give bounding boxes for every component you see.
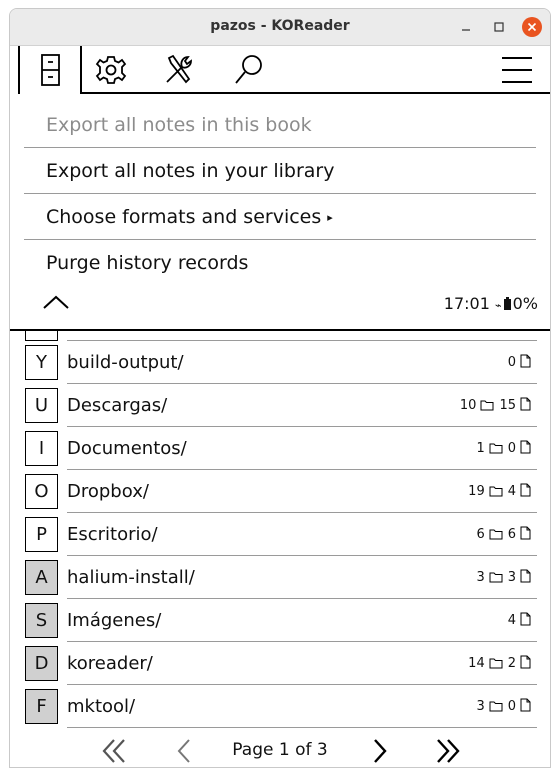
- app-window: pazos - KOReader Export all notes in thi…: [9, 8, 551, 768]
- hamburger-menu-icon[interactable]: [497, 52, 537, 88]
- shortcut-key: P: [25, 517, 58, 552]
- shortcut-key: U: [25, 388, 58, 423]
- folder-icon: [489, 658, 503, 669]
- folder-counts: 0: [508, 341, 536, 384]
- battery-level: 0%: [512, 294, 538, 313]
- folder-name: halium-install/: [67, 567, 195, 588]
- file-icon: [520, 655, 531, 669]
- folder-counts: 19 4: [468, 470, 536, 513]
- titlebar: pazos - KOReader: [10, 9, 550, 46]
- list-item[interactable]: I Documentos/ 10: [10, 427, 550, 470]
- shortcut-key: Y: [25, 345, 58, 380]
- shortcut-key: F: [25, 689, 58, 724]
- folder-counts: 10 15: [460, 384, 536, 427]
- folder-icon: [489, 529, 503, 540]
- list-item[interactable]: F mktool/ 30: [10, 685, 550, 728]
- close-icon[interactable]: [522, 17, 542, 37]
- folder-icon: [489, 572, 503, 583]
- last-page-icon[interactable]: [434, 738, 462, 764]
- shortcut-key: O: [25, 474, 58, 509]
- shortcut-key: I: [25, 431, 58, 466]
- folder-icon: [480, 400, 494, 411]
- menu-list: Export all notes in this book Export all…: [24, 102, 536, 286]
- battery-icon: [503, 297, 511, 310]
- chevron-up-icon[interactable]: [42, 288, 70, 318]
- list-item[interactable]: Y build-output/ 0: [10, 341, 550, 384]
- list-item[interactable]: S Imágenes/ 4: [10, 599, 550, 642]
- folder-name: Descargas/: [67, 395, 168, 416]
- file-icon: [520, 440, 531, 454]
- folder-counts: 10: [476, 427, 536, 470]
- file-list: Y build-output/ 0 U Descargas/ 10 15 I Do…: [10, 331, 550, 731]
- gear-icon[interactable]: [91, 52, 131, 88]
- pagination: Page 1 of 3: [10, 734, 550, 767]
- folder-name: mktool/: [67, 696, 136, 717]
- submenu-arrow-icon: ▸: [327, 210, 333, 224]
- search-icon[interactable]: [228, 52, 268, 88]
- shortcut-key: D: [25, 646, 58, 681]
- folder-name: Documentos/: [67, 438, 187, 459]
- clock: 17:01: [443, 294, 490, 313]
- folder-icon: [489, 701, 503, 712]
- menu-item-export-library-notes[interactable]: Export all notes in your library: [24, 148, 536, 194]
- charging-icon: ⌁: [494, 299, 502, 312]
- folder-name: Dropbox/: [67, 481, 149, 502]
- tools-icon[interactable]: [159, 52, 199, 88]
- shortcut-key: A: [25, 560, 58, 595]
- folder-counts: 4: [508, 599, 536, 642]
- shortcut-key: S: [25, 603, 58, 638]
- maximize-icon[interactable]: [489, 17, 509, 37]
- folder-counts: 66: [476, 513, 536, 556]
- list-item[interactable]: D koreader/ 14 2: [10, 642, 550, 685]
- file-icon: [520, 526, 531, 540]
- minimize-icon[interactable]: [456, 17, 476, 37]
- menu-footer: 17:01 ⌁ 0%: [10, 286, 550, 322]
- folder-name: koreader/: [67, 653, 153, 674]
- folder-counts: 30: [476, 685, 536, 728]
- menu-item-purge-history[interactable]: Purge history records: [24, 240, 536, 286]
- menu-item-export-book-notes: Export all notes in this book: [24, 102, 536, 148]
- menu-item-choose-formats[interactable]: Choose formats and services ▸: [24, 194, 536, 240]
- file-cabinet-icon: [41, 54, 60, 86]
- list-item[interactable]: O Dropbox/ 19 4: [10, 470, 550, 513]
- folder-name: Imágenes/: [67, 610, 162, 631]
- folder-name: build-output/: [67, 352, 184, 373]
- folder-name: Escritorio/: [67, 524, 158, 545]
- tab-file-manager[interactable]: [18, 46, 82, 94]
- folder-counts: 14 2: [468, 642, 536, 685]
- next-page-icon[interactable]: [366, 738, 394, 764]
- list-item[interactable]: P Escritorio/ 66: [10, 513, 550, 556]
- file-icon: [520, 698, 531, 712]
- menu-tab-bar: [10, 46, 550, 102]
- folder-icon: [489, 486, 503, 497]
- file-icon: [520, 569, 531, 583]
- koreader-app: Export all notes in this book Export all…: [10, 46, 550, 767]
- list-item[interactable]: U Descargas/ 10 15: [10, 384, 550, 427]
- file-icon: [520, 397, 531, 411]
- list-item[interactable]: A halium-install/ 33: [10, 556, 550, 599]
- status-line: 17:01 ⌁ 0%: [444, 294, 538, 313]
- file-icon: [520, 354, 531, 368]
- page-indicator[interactable]: Page 1 of 3: [10, 740, 550, 760]
- folder-counts: 33: [476, 556, 536, 599]
- folder-icon: [489, 443, 503, 454]
- file-icon: [520, 612, 531, 626]
- file-icon: [520, 483, 531, 497]
